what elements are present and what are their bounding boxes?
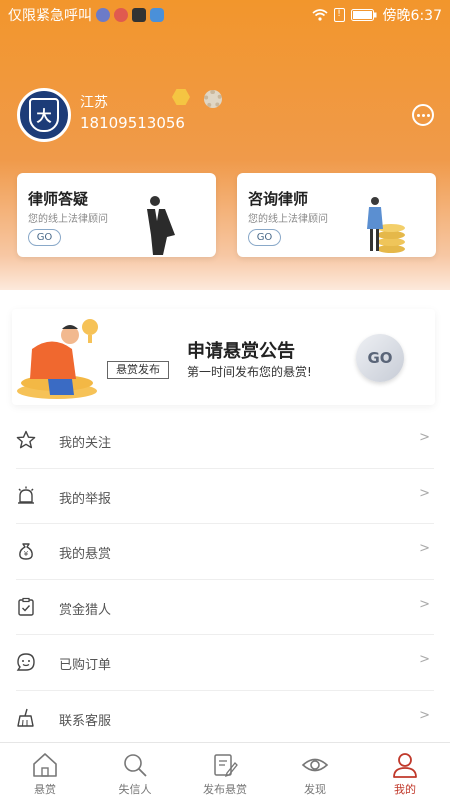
svg-text:¥: ¥ — [24, 550, 29, 558]
menu-item-label: 已购订单 — [59, 658, 112, 674]
home-icon — [33, 753, 57, 777]
menu-list: 我的关注 > 我的举报 > ¥ 我的悬赏 > 赏金猎人 > 已购订单 > 联系客… — [0, 413, 450, 747]
tab-mine[interactable]: 我的 — [360, 743, 450, 800]
reward-announcement-banner[interactable]: 悬赏发布 申请悬赏公告 第一时间发布您的悬赏! GO — [12, 309, 435, 405]
broom-icon — [17, 708, 34, 727]
status-text: 仅限紧急呼叫 — [8, 8, 92, 24]
tab-label: 我的 — [394, 783, 416, 796]
menu-item-label: 我的举报 — [59, 491, 112, 507]
app-notification-icon — [96, 8, 110, 22]
menu-item-label: 我的悬赏 — [59, 547, 112, 563]
reward-illustration-icon — [17, 319, 98, 399]
menu-item-label: 赏金猎人 — [59, 602, 112, 618]
profile-phone: 18109513056 — [80, 114, 185, 132]
clock-text: 傍晚6:37 — [382, 8, 442, 24]
gear-icon[interactable] — [204, 90, 222, 108]
app-notification-icon — [150, 8, 164, 22]
tab-label: 失信人 — [118, 783, 152, 796]
avatar-shield-logo: 大 — [29, 98, 59, 132]
menu-item-reports[interactable]: 我的举报 > — [16, 469, 434, 525]
search-icon — [124, 754, 147, 777]
card-subtitle: 您的线上法律顾问 — [28, 214, 108, 225]
status-bar: 仅限紧急呼叫 ! 傍晚6:37 — [0, 0, 450, 28]
app-notification-icon — [132, 8, 146, 22]
profile-name: 江苏 — [80, 95, 108, 111]
consult-lawyer-card[interactable]: 咨询律师 您的线上法律顾问 GO — [237, 173, 436, 257]
menu-item-customer-service[interactable]: 联系客服 > — [16, 691, 434, 747]
wifi-icon — [312, 9, 328, 21]
menu-item-bounty-hunter[interactable]: 赏金猎人 > — [16, 580, 434, 636]
alarm-icon — [18, 486, 34, 504]
edit-icon — [214, 754, 238, 778]
menu-item-following[interactable]: 我的关注 > — [16, 413, 434, 469]
chevron-right-icon: > — [419, 541, 430, 557]
tab-rewards[interactable]: 悬赏 — [0, 743, 90, 800]
lawyer-illustration-icon — [147, 196, 175, 255]
consultant-illustration-icon — [367, 197, 405, 253]
money-bag-icon: ¥ — [19, 543, 33, 560]
card-title: 咨询律师 — [248, 190, 309, 208]
star-icon — [16, 430, 36, 449]
tab-label: 发现 — [304, 783, 326, 796]
sim-alert-icon: ! — [333, 8, 345, 22]
avatar[interactable]: 大 — [17, 88, 71, 142]
menu-item-my-rewards[interactable]: ¥ 我的悬赏 > — [16, 524, 434, 580]
avatar-glyph: 大 — [36, 106, 52, 125]
reward-publish-chip: 悬赏发布 — [107, 361, 169, 379]
menu-item-purchased-orders[interactable]: 已购订单 > — [16, 635, 434, 691]
banner-subtitle: 第一时间发布您的悬赏! — [187, 365, 312, 379]
card-subtitle: 您的线上法律顾问 — [248, 214, 328, 225]
app-notification-icon — [114, 8, 128, 22]
chat-face-icon — [16, 653, 35, 672]
chevron-right-icon: > — [419, 430, 430, 445]
menu-item-label: 联系客服 — [59, 713, 112, 729]
message-icon[interactable] — [412, 104, 434, 126]
chevron-right-icon: > — [419, 485, 430, 501]
eye-icon — [301, 758, 329, 772]
tab-defaulters[interactable]: 失信人 — [90, 743, 180, 800]
menu-item-label: 我的关注 — [59, 436, 112, 451]
bottom-tab-bar: 悬赏 失信人 发布悬赏 发现 我的 — [0, 742, 450, 800]
banner-go-label: GO — [367, 349, 393, 367]
tab-label: 悬赏 — [34, 783, 56, 796]
tab-publish-reward[interactable]: 发布悬赏 — [180, 743, 270, 800]
chevron-right-icon: > — [419, 596, 430, 612]
user-icon — [393, 753, 417, 778]
banner-title: 申请悬赏公告 — [187, 341, 295, 362]
battery-icon — [350, 9, 377, 21]
go-button[interactable]: GO — [28, 229, 61, 246]
banner-go-button[interactable]: GO — [356, 334, 404, 382]
tab-label: 发布悬赏 — [203, 783, 247, 796]
tab-discover[interactable]: 发现 — [270, 743, 360, 800]
card-title: 律师答疑 — [28, 190, 89, 208]
go-button[interactable]: GO — [248, 229, 281, 246]
chevron-right-icon: > — [419, 652, 430, 668]
clipboard-check-icon — [18, 597, 34, 616]
lawyer-qa-card[interactable]: 律师答疑 您的线上法律顾问 GO — [17, 173, 216, 257]
chevron-right-icon: > — [419, 707, 430, 723]
